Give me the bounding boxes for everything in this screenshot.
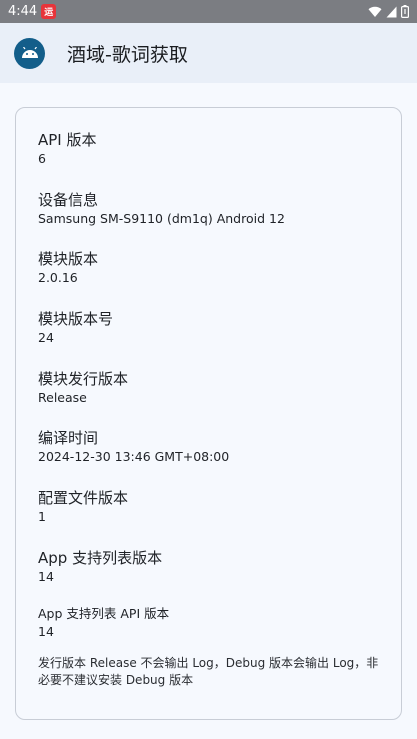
- wifi-icon: [368, 6, 382, 17]
- info-item-device: 设备信息 Samsung SM-S9110 (dm1q) Android 12: [38, 190, 379, 250]
- info-item-module-version-code: 模块版本号 24: [38, 309, 379, 369]
- field-value: 2.0.16: [38, 270, 78, 286]
- info-item-release-type: 模块发行版本 Release: [38, 369, 379, 429]
- info-item-support-list-api-version: App 支持列表 API 版本 14: [38, 605, 379, 655]
- field-label: App 支持列表版本: [38, 548, 163, 567]
- field-label: App 支持列表 API 版本: [38, 605, 170, 621]
- field-value: 1: [38, 509, 46, 525]
- release-note: 发行版本 Release 不会输出 Log，Debug 版本会输出 Log，非必…: [38, 655, 379, 687]
- field-value: 14: [38, 623, 54, 639]
- app-notification-icon: 运: [41, 4, 57, 19]
- info-item-module-version: 模块版本 2.0.16: [38, 249, 379, 309]
- field-label: 模块版本: [38, 250, 99, 269]
- field-label: 编译时间: [38, 429, 99, 448]
- field-value: Release: [38, 389, 87, 405]
- android-icon: [14, 37, 45, 69]
- field-label: 模块发行版本: [38, 369, 129, 388]
- field-value: 14: [38, 568, 54, 584]
- info-item-api-version: API 版本 6: [38, 130, 379, 190]
- page-title: 酒域-歌词获取: [67, 43, 188, 66]
- field-label: 配置文件版本: [38, 489, 129, 508]
- field-value: 24: [38, 330, 54, 346]
- field-value: 6: [38, 151, 46, 166]
- signal-icon: [386, 6, 397, 17]
- field-label: API 版本: [38, 131, 97, 149]
- info-item-build-time: 编译时间 2024-12-30 13:46 GMT+08:00: [38, 428, 379, 488]
- status-icons: [368, 5, 409, 18]
- field-label: 模块版本号: [38, 310, 114, 329]
- status-time: 4:44: [8, 4, 38, 19]
- battery-icon: [401, 5, 409, 18]
- status-bar: 4:44 运: [0, 0, 417, 23]
- app-bar: 酒域-歌词获取: [0, 23, 417, 83]
- field-label: 设备信息: [38, 190, 99, 209]
- info-item-config-version: 配置文件版本 1: [38, 488, 379, 548]
- field-value: 2024-12-30 13:46 GMT+08:00: [38, 449, 230, 465]
- info-card: API 版本 6 设备信息 Samsung SM-S9110 (dm1q) An…: [15, 107, 402, 720]
- field-value: Samsung SM-S9110 (dm1q) Android 12: [38, 210, 285, 226]
- info-item-support-list-version: App 支持列表版本 14: [38, 548, 379, 605]
